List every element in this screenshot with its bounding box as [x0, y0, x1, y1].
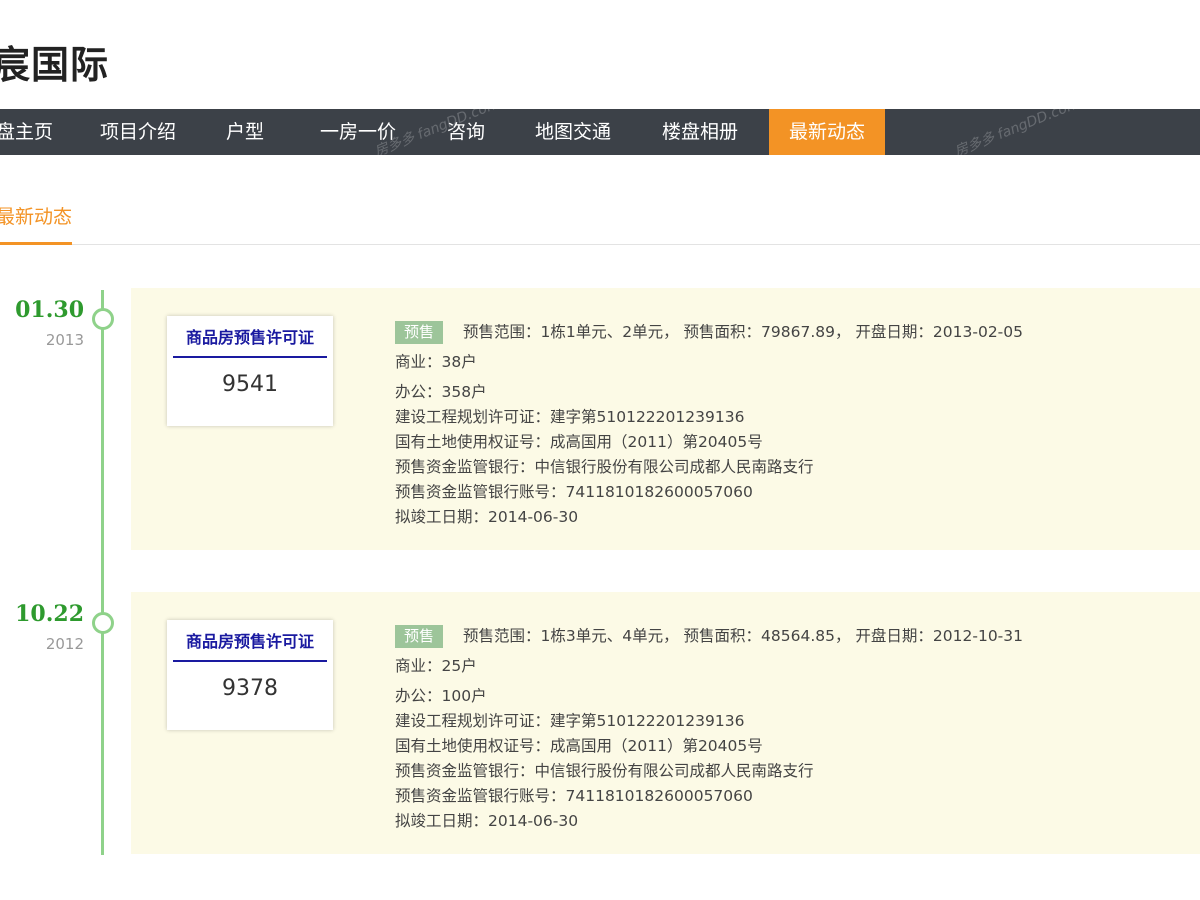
permit-certificate: 商品房预售许可证 9378	[167, 620, 333, 730]
nav-item-album[interactable]: 楼盘相册	[662, 109, 738, 155]
nav-item-home[interactable]: 盘主页	[0, 109, 53, 155]
nav-item-map[interactable]: 地图交通	[535, 109, 611, 155]
permit-title: 商品房预售许可证	[173, 324, 327, 358]
entry-land-cert: 国有土地使用权证号：成高国用（2011）第20405号	[395, 737, 763, 755]
nav-item-floorplans[interactable]: 户型	[226, 109, 264, 155]
news-entry-card: 商品房预售许可证 9541 预售 预售范围：1栋1单元、2单元， 预售面积：798…	[131, 288, 1200, 550]
timeline-year: 2013	[45, 331, 84, 349]
timeline-dot-icon	[92, 612, 114, 634]
entry-summary: 预售范围：1栋1单元、2单元， 预售面积：79867.89， 开盘日期：2013…	[463, 323, 1023, 341]
nav-item-news[interactable]: 最新动态	[769, 109, 886, 155]
entry-planning-permit: 建设工程规划许可证：建字第510122201239136	[395, 408, 745, 426]
permit-number: 9541	[222, 372, 278, 397]
permit-number: 9378	[222, 676, 278, 701]
nav-item-consult[interactable]: 咨询	[447, 109, 485, 155]
entry-commercial: 商业：38户	[395, 353, 477, 371]
entry-details: 预售 预售范围：1栋3单元、4单元， 预售面积：48564.85， 开盘日期：20…	[395, 624, 1023, 834]
timeline-line	[101, 290, 104, 855]
entry-planning-permit: 建设工程规划许可证：建字第510122201239136	[395, 712, 745, 730]
page-title: 宸国际	[0, 43, 110, 87]
entry-commercial: 商业：25户	[395, 657, 477, 675]
timeline-year: 2012	[45, 635, 84, 653]
subtab-active-indicator	[0, 242, 72, 245]
timeline-date: 10.22	[15, 601, 84, 627]
entry-land-cert: 国有土地使用权证号：成高国用（2011）第20405号	[395, 433, 763, 451]
subtab-latest-news[interactable]: 最新动态	[0, 202, 72, 229]
presale-badge: 预售	[395, 625, 444, 648]
entry-bank: 预售资金监管银行：中信银行股份有限公司成都人民南路支行	[395, 762, 814, 780]
entry-summary: 预售范围：1栋3单元、4单元， 预售面积：48564.85， 开盘日期：2012…	[463, 627, 1023, 645]
entry-office: 办公：358户	[395, 383, 487, 401]
entry-completion: 拟竣工日期：2014-06-30	[395, 508, 579, 526]
main-nav: 盘主页 项目介绍 户型 一房一价 咨询 地图交通 楼盘相册 最新动态 房多多 f…	[0, 95, 1200, 160]
entry-details: 预售 预售范围：1栋1单元、2单元， 预售面积：79867.89， 开盘日期：20…	[395, 320, 1023, 530]
entry-account: 预售资金监管银行账号：7411810182600057060	[395, 483, 753, 501]
news-entry-card: 商品房预售许可证 9378 预售 预售范围：1栋3单元、4单元， 预售面积：485…	[131, 592, 1200, 854]
subtab-divider	[0, 244, 1200, 245]
entry-account: 预售资金监管银行账号：7411810182600057060	[395, 787, 753, 805]
permit-title: 商品房预售许可证	[173, 628, 327, 662]
entry-bank: 预售资金监管银行：中信银行股份有限公司成都人民南路支行	[395, 458, 814, 476]
timeline-date: 01.30	[15, 297, 84, 323]
presale-badge: 预售	[395, 321, 444, 344]
nav-item-intro[interactable]: 项目介绍	[100, 109, 176, 155]
nav-item-prices[interactable]: 一房一价	[320, 109, 396, 155]
timeline-dot-icon	[92, 308, 114, 330]
entry-completion: 拟竣工日期：2014-06-30	[395, 812, 579, 830]
permit-certificate: 商品房预售许可证 9541	[167, 316, 333, 426]
watermark-logo: 房多多 fangDD.com	[952, 95, 1083, 161]
entry-office: 办公：100户	[395, 687, 487, 705]
